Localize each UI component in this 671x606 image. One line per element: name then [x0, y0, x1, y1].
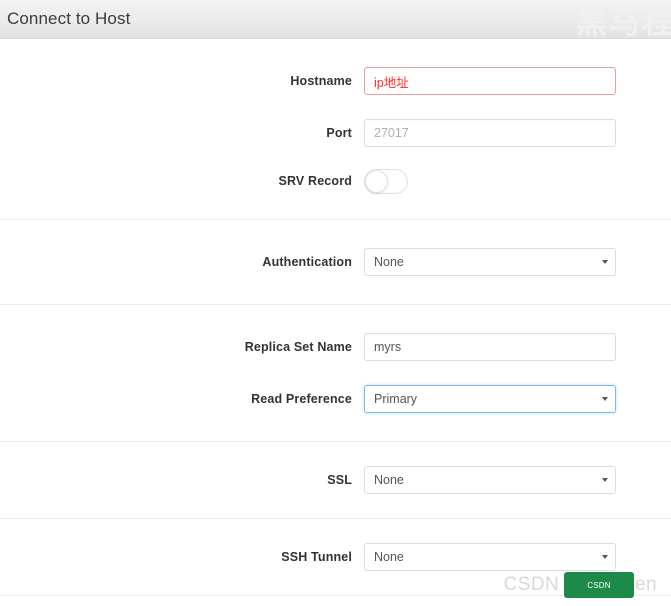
replica-set-name-label-text: Replica Set Name — [245, 340, 352, 354]
hostname-label: Hostname — [0, 74, 364, 88]
port-label: Port — [0, 126, 364, 140]
connection-form: Hostname Port SRV Record — [0, 39, 671, 606]
form-row-ssh-tunnel: SSH Tunnel None — [0, 537, 671, 577]
read-preference-label-text: Read Preference — [251, 392, 352, 406]
page-title: Connect to Host — [7, 9, 130, 29]
ssl-select[interactable]: None — [364, 466, 616, 494]
ssh-tunnel-control: None — [364, 543, 616, 571]
connect-to-host-dialog: Connect to Host 黑马程 Hostname Port — [0, 0, 671, 606]
ssh-tunnel-select-value: None — [364, 543, 616, 571]
form-section-replica: Replica Set Name Read Preference Primary — [0, 305, 671, 441]
toggle-knob — [365, 170, 388, 193]
srv-record-label-text: SRV Record — [278, 174, 352, 188]
authentication-select-value: None — [364, 248, 616, 276]
ssl-label-text: SSL — [327, 473, 352, 487]
form-row-read-preference: Read Preference Primary — [0, 379, 671, 419]
port-input[interactable] — [364, 119, 616, 147]
hostname-label-text: Hostname — [290, 74, 352, 88]
form-section-ssl: SSL None — [0, 442, 671, 518]
authentication-control: None — [364, 248, 616, 276]
srv-record-control — [364, 169, 616, 194]
hostname-control — [364, 67, 616, 95]
authentication-label: Authentication — [0, 255, 364, 269]
form-section-host: Hostname Port SRV Record — [0, 39, 671, 219]
srv-record-label: SRV Record — [0, 174, 364, 188]
authentication-label-text: Authentication — [262, 255, 352, 269]
authentication-select[interactable]: None — [364, 248, 616, 276]
watermark-badge: CSDN — [564, 572, 634, 598]
form-row-srv-record: SRV Record — [0, 161, 671, 201]
replica-set-name-label: Replica Set Name — [0, 340, 364, 354]
read-preference-control: Primary — [364, 385, 616, 413]
form-row-replica-set-name: Replica Set Name — [0, 327, 671, 367]
ssh-tunnel-select[interactable]: None — [364, 543, 616, 571]
ssh-tunnel-label-text: SSH Tunnel — [281, 550, 352, 564]
watermark-top-right: 黑马程 — [576, 0, 671, 39]
read-preference-select-value: Primary — [364, 385, 616, 413]
form-row-hostname: Hostname — [0, 61, 671, 101]
port-label-text: Port — [326, 126, 352, 140]
replica-set-name-input[interactable] — [364, 333, 616, 361]
form-row-port: Port — [0, 113, 671, 153]
ssl-label: SSL — [0, 473, 364, 487]
replica-set-name-control — [364, 333, 616, 361]
form-section-authentication: Authentication None — [0, 220, 671, 304]
hostname-input[interactable] — [364, 67, 616, 95]
form-row-ssl: SSL None — [0, 460, 671, 500]
form-row-authentication: Authentication None — [0, 242, 671, 282]
dialog-titlebar: Connect to Host 黑马程 — [0, 0, 671, 39]
ssl-control: None — [364, 466, 616, 494]
srv-record-toggle[interactable] — [364, 169, 408, 194]
read-preference-label: Read Preference — [0, 392, 364, 406]
port-control — [364, 119, 616, 147]
ssl-select-value: None — [364, 466, 616, 494]
read-preference-select[interactable]: Primary — [364, 385, 616, 413]
ssh-tunnel-label: SSH Tunnel — [0, 550, 364, 564]
